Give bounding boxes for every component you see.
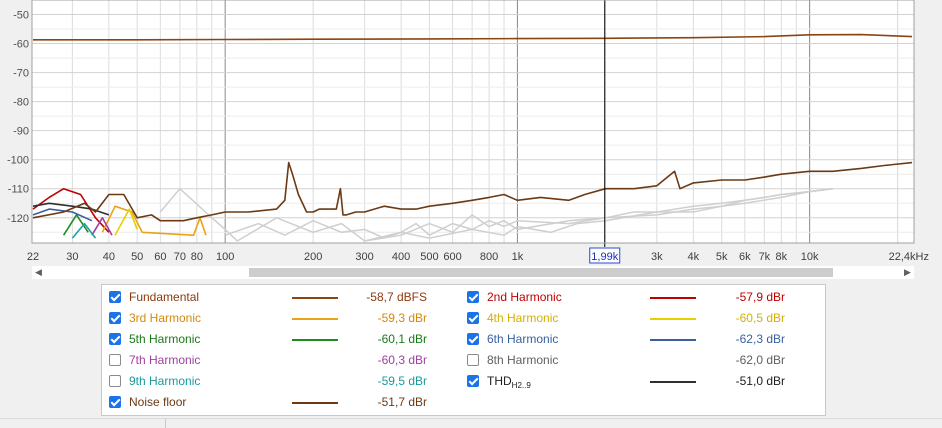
legend-label: 4th Harmonic [487, 311, 559, 325]
legend-item-5th-harmonic[interactable]: 5th Harmonic -60,1 dBr [109, 331, 449, 349]
legend-label: 9th Harmonic [129, 374, 201, 388]
checkbox[interactable] [109, 312, 121, 324]
checkbox[interactable] [467, 291, 479, 303]
x-tick-label: 1k [512, 251, 524, 263]
x-tick-label: 200 [304, 251, 322, 263]
legend-item-7th-harmonic[interactable]: 7th Harmonic -60,3 dBr [109, 352, 449, 370]
legend-label: 5th Harmonic [129, 332, 201, 346]
x-tick-label: 80 [191, 251, 203, 263]
legend-value: -59,5 dBr [377, 374, 427, 388]
y-tick-label: -50 [13, 10, 29, 22]
legend-panel: Fundamental -58,7 dBFS 3rd Harmonic -59,… [101, 284, 826, 416]
checkbox[interactable] [467, 354, 479, 366]
checkbox[interactable] [109, 396, 121, 408]
legend-swatch [292, 339, 338, 341]
scroll-right-icon[interactable]: ▶ [901, 266, 914, 279]
legend-swatch [292, 402, 338, 404]
checkbox[interactable] [467, 375, 479, 387]
x-tick-label: 30 [66, 251, 78, 263]
y-tick-label: -70 [13, 68, 29, 80]
y-tick-label: -100 [7, 155, 29, 167]
x-axis-ticks: 22 30 40 50 60 70 80 100 200 300 400 500 600 800 1k 3k 4… [27, 251, 929, 263]
scroll-left-icon[interactable]: ◀ [32, 266, 45, 279]
x-tick-label: 400 [392, 251, 410, 263]
x-tick-label: 800 [480, 251, 498, 263]
checkbox[interactable] [109, 333, 121, 345]
legend-label: 2nd Harmonic [487, 290, 562, 304]
y-axis-ticks: -50 -60 -70 -80 -90 -100 -110 -120 [7, 10, 29, 225]
horizontal-scrollbar[interactable]: ◀ ▶ [32, 266, 914, 279]
legend-swatch [650, 297, 696, 299]
legend-swatch [292, 318, 338, 320]
legend-value: -58,7 dBFS [366, 290, 427, 304]
x-tick-label: 4k [688, 251, 700, 263]
legend-swatch [650, 381, 696, 383]
x-tick-label: 600 [443, 251, 461, 263]
checkbox[interactable] [467, 333, 479, 345]
y-tick-label: -90 [13, 126, 29, 138]
scroll-thumb[interactable] [249, 268, 833, 277]
x-tick-label: 300 [355, 251, 373, 263]
legend-swatch [650, 339, 696, 341]
x-tick-label: 40 [103, 251, 115, 263]
x-tick-label: 7k [759, 251, 771, 263]
legend-value: -59,3 dBr [377, 311, 427, 325]
legend-label: Fundamental [129, 290, 200, 304]
legend-value: -51,7 dBr [377, 395, 427, 409]
x-tick-label: 6k [739, 251, 751, 263]
legend-label: 6th Harmonic [487, 332, 559, 346]
legend-item-8th-harmonic[interactable]: 8th Harmonic -62,0 dBr [467, 352, 807, 370]
legend-label: 8th Harmonic [487, 353, 559, 367]
checkbox[interactable] [109, 375, 121, 387]
legend-item-2nd-harmonic[interactable]: 2nd Harmonic -57,9 dBr [467, 289, 807, 307]
x-tick-label: 60 [154, 251, 166, 263]
y-tick-label: -120 [7, 213, 29, 225]
legend-label: 7th Harmonic [129, 353, 201, 367]
legend-value: -60,3 dBr [377, 353, 427, 367]
legend-value: -62,3 dBr [735, 332, 785, 346]
cursor-label: 1,99k [591, 251, 618, 263]
x-tick-label: 3k [651, 251, 663, 263]
legend-item-thd[interactable]: THDH2..9 -51,0 dBr [467, 373, 807, 391]
legend-swatch [292, 297, 338, 299]
legend-item-3rd-harmonic[interactable]: 3rd Harmonic -59,3 dBr [109, 310, 449, 328]
legend-value: -62,0 dBr [735, 353, 785, 367]
y-tick-label: -80 [13, 97, 29, 109]
x-tick-label: 22,4kHz [889, 251, 929, 263]
legend-label: Noise floor [129, 395, 187, 409]
legend-label: THDH2..9 [487, 374, 531, 390]
legend-item-6th-harmonic[interactable]: 6th Harmonic -62,3 dBr [467, 331, 807, 349]
legend-value: -57,9 dBr [735, 290, 785, 304]
x-tick-label: 100 [216, 251, 234, 263]
legend-item-9th-harmonic[interactable]: 9th Harmonic -59,5 dBr [109, 373, 449, 391]
y-tick-label: -60 [13, 39, 29, 51]
x-tick-label: 70 [174, 251, 186, 263]
legend-value: -60,1 dBr [377, 332, 427, 346]
thd-subscript: H2..9 [511, 381, 531, 390]
checkbox[interactable] [109, 291, 121, 303]
x-tick-label: 5k [716, 251, 728, 263]
x-tick-label: 50 [131, 251, 143, 263]
thd-label: THD [487, 374, 512, 388]
legend-swatch [650, 318, 696, 320]
legend-item-fundamental[interactable]: Fundamental -58,7 dBFS [109, 289, 449, 307]
x-tick-label: 500 [420, 251, 438, 263]
legend-value: -51,0 dBr [735, 374, 785, 388]
legend-label: 3rd Harmonic [129, 311, 202, 325]
y-tick-label: -110 [8, 184, 29, 196]
checkbox[interactable] [467, 312, 479, 324]
checkbox[interactable] [109, 354, 121, 366]
spectrum-plot[interactable]: 1,99k -50 -60 -70 -80 -90 -100 -110 -120 22 30 40… [0, 0, 942, 280]
legend-value: -60,5 dBr [735, 311, 785, 325]
x-tick-label: 22 [27, 251, 39, 263]
legend-item-4th-harmonic[interactable]: 4th Harmonic -60,5 dBr [467, 310, 807, 328]
x-tick-label: 8k [776, 251, 788, 263]
x-tick-label: 10k [801, 251, 819, 263]
legend-item-noise-floor[interactable]: Noise floor -51,7 dBr [109, 394, 449, 412]
